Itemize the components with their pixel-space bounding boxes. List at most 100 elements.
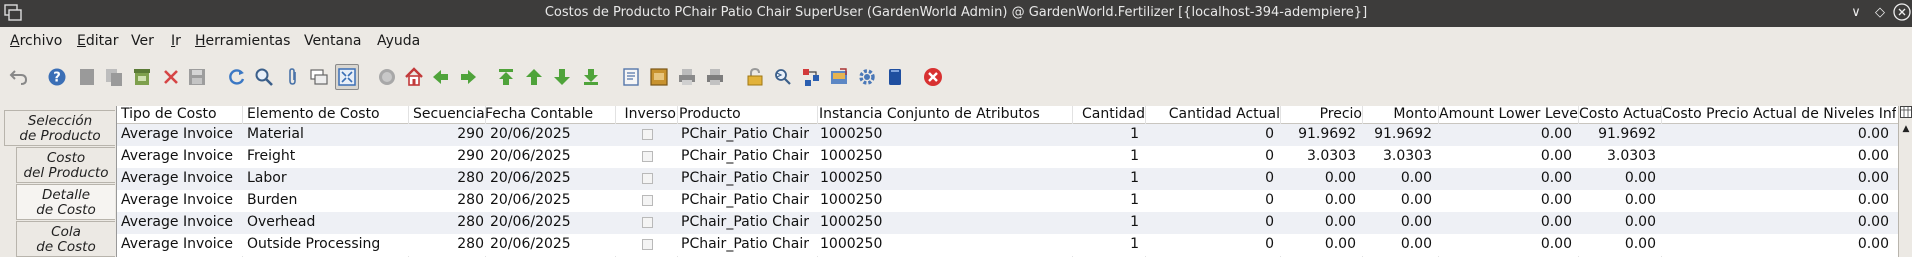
column-chooser-icon[interactable]: [1900, 106, 1912, 118]
delete-selection-icon[interactable]: [130, 64, 154, 90]
cell-secuencia[interactable]: 280: [413, 170, 484, 188]
cell-precio[interactable]: 0.00: [1281, 192, 1356, 210]
column-header[interactable]: Producto: [679, 106, 819, 124]
cell-cantidad-actual[interactable]: 0: [1147, 236, 1274, 254]
grid-toggle-icon[interactable]: [335, 64, 359, 90]
attachment-icon[interactable]: [281, 64, 305, 90]
inverso-checkbox[interactable]: [642, 239, 653, 250]
cell-elemento[interactable]: Freight: [247, 148, 397, 166]
cell-fecha[interactable]: 20/06/2025: [490, 214, 614, 232]
cell-tipo[interactable]: Average Invoice: [121, 214, 241, 232]
refresh-icon[interactable]: [225, 64, 249, 90]
cell-amount-lower[interactable]: 0.00: [1439, 126, 1572, 144]
cell-costo-actual[interactable]: 0.00: [1579, 236, 1656, 254]
menu-herramientas[interactable]: Herramientas: [195, 33, 290, 49]
chat-icon[interactable]: [307, 64, 331, 90]
cell-monto[interactable]: 91.9692: [1363, 126, 1432, 144]
cell-tipo[interactable]: Average Invoice: [121, 126, 241, 144]
cell-fecha[interactable]: 20/06/2025: [490, 148, 614, 166]
column-header[interactable]: Instancia Conjunto de Atributos: [819, 106, 1074, 124]
cell-costo-niveles[interactable]: 0.00: [1662, 236, 1889, 254]
copy-icon[interactable]: [102, 64, 126, 90]
cell-costo-actual[interactable]: 0.00: [1579, 192, 1656, 210]
cell-monto[interactable]: 3.0303: [1363, 148, 1432, 166]
cell-elemento[interactable]: Labor: [247, 170, 397, 188]
exit-icon[interactable]: [921, 64, 945, 90]
cell-cantidad-actual[interactable]: 0: [1147, 214, 1274, 232]
print-preview-icon[interactable]: [675, 64, 699, 90]
column-header[interactable]: Elemento de Costo: [247, 106, 397, 124]
cell-tipo[interactable]: Average Invoice: [121, 148, 241, 166]
report-icon[interactable]: [619, 64, 643, 90]
cell-instancia[interactable]: 1000250: [820, 236, 1070, 254]
cell-monto[interactable]: 0.00: [1363, 214, 1432, 232]
help-icon[interactable]: ?: [45, 64, 69, 90]
minimize-icon[interactable]: ∨: [1846, 3, 1866, 23]
cell-secuencia[interactable]: 280: [413, 214, 484, 232]
cell-cantidad-actual[interactable]: 0: [1147, 126, 1274, 144]
cell-cantidad[interactable]: 1: [1075, 126, 1139, 144]
find-icon[interactable]: [252, 64, 276, 90]
cell-amount-lower[interactable]: 0.00: [1439, 148, 1572, 166]
last-record-icon[interactable]: [579, 64, 603, 90]
table-row[interactable]: Average Invoice Outside Processing 280 20/0…: [117, 234, 1899, 256]
process-icon[interactable]: [855, 64, 879, 90]
undo-icon[interactable]: [7, 64, 31, 90]
cell-monto[interactable]: 0.00: [1363, 236, 1432, 254]
cell-secuencia[interactable]: 290: [413, 126, 484, 144]
menu-ver[interactable]: Ver: [131, 33, 154, 49]
column-header[interactable]: Inverso: [619, 106, 676, 124]
cell-costo-niveles[interactable]: 0.00: [1662, 214, 1889, 232]
cell-elemento[interactable]: Material: [247, 126, 397, 144]
cell-precio[interactable]: 0.00: [1281, 170, 1356, 188]
cell-precio[interactable]: 0.00: [1281, 214, 1356, 232]
next-record-icon[interactable]: [550, 64, 574, 90]
cell-fecha[interactable]: 20/06/2025: [490, 126, 614, 144]
cell-amount-lower[interactable]: 0.00: [1439, 236, 1572, 254]
cell-cantidad-actual[interactable]: 0: [1147, 148, 1274, 166]
cell-costo-niveles[interactable]: 0.00: [1662, 148, 1889, 166]
column-header[interactable]: Costo Precio Actual de Niveles Infe...: [1662, 106, 1896, 124]
cell-producto[interactable]: PChair_Patio Chair: [681, 192, 815, 210]
cell-secuencia[interactable]: 280: [413, 192, 484, 210]
menu-archivo[interactable]: Archivo: [10, 33, 62, 49]
cell-instancia[interactable]: 1000250: [820, 192, 1070, 210]
cell-costo-actual[interactable]: 91.9692: [1579, 126, 1656, 144]
cell-instancia[interactable]: 1000250: [820, 126, 1070, 144]
cell-amount-lower[interactable]: 0.00: [1439, 170, 1572, 188]
save-icon[interactable]: [185, 64, 209, 90]
cell-fecha[interactable]: 20/06/2025: [490, 192, 614, 210]
table-row[interactable]: Average Invoice Labor 280 20/06/2025 PChair_…: [117, 168, 1899, 190]
column-header[interactable]: Fecha Contable: [485, 106, 625, 124]
column-header[interactable]: Cantidad Actual: [1147, 106, 1280, 124]
menu-editar[interactable]: Editar: [77, 33, 118, 49]
inverso-checkbox[interactable]: [642, 217, 653, 228]
cell-instancia[interactable]: 1000250: [820, 214, 1070, 232]
close-icon[interactable]: [1892, 3, 1912, 23]
column-header[interactable]: Costo Actual: [1579, 106, 1661, 124]
cell-producto[interactable]: PChair_Patio Chair: [681, 214, 815, 232]
cell-secuencia[interactable]: 290: [413, 148, 484, 166]
cell-producto[interactable]: PChair_Patio Chair: [681, 126, 815, 144]
tab-cola-de-costo[interactable]: Cola de Costo: [16, 221, 115, 257]
cell-costo-actual[interactable]: 3.0303: [1579, 148, 1656, 166]
cell-cantidad[interactable]: 1: [1075, 214, 1139, 232]
cell-cantidad-actual[interactable]: 0: [1147, 192, 1274, 210]
tab-costo-del-producto[interactable]: Costo del Producto: [16, 147, 115, 183]
product-info-icon[interactable]: [827, 64, 851, 90]
cell-secuencia[interactable]: 280: [413, 236, 484, 254]
inverso-checkbox[interactable]: [642, 151, 653, 162]
delete-icon[interactable]: [159, 64, 183, 90]
first-record-icon[interactable]: [494, 64, 518, 90]
cell-producto[interactable]: PChair_Patio Chair: [681, 236, 815, 254]
table-row[interactable]: Average Invoice Overhead 280 20/06/2025 PCha…: [117, 212, 1899, 234]
previous-record-icon[interactable]: [522, 64, 546, 90]
column-header[interactable]: Precio: [1281, 106, 1362, 124]
column-header[interactable]: Amount Lower Level: [1439, 106, 1578, 124]
zoom-across-icon[interactable]: [771, 64, 795, 90]
cell-costo-niveles[interactable]: 0.00: [1662, 126, 1889, 144]
cell-tipo[interactable]: Average Invoice: [121, 192, 241, 210]
cell-elemento[interactable]: Burden: [247, 192, 397, 210]
cell-cantidad[interactable]: 1: [1075, 192, 1139, 210]
cell-fecha[interactable]: 20/06/2025: [490, 170, 614, 188]
